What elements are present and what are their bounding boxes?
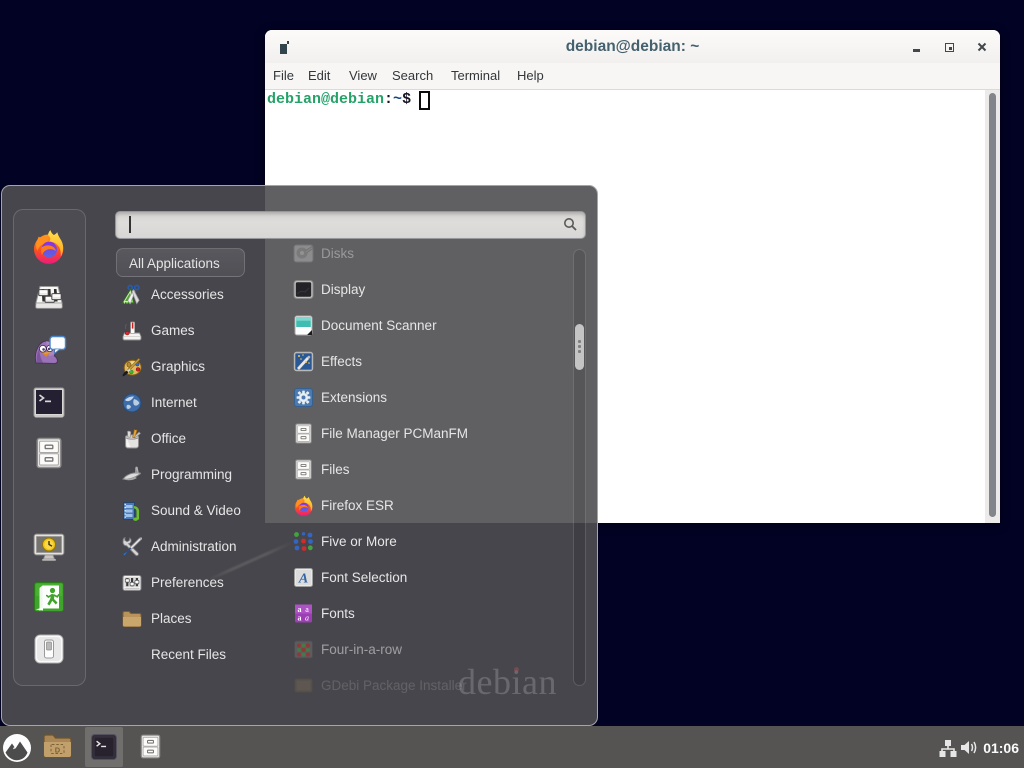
svg-text:D: D — [55, 746, 61, 755]
svg-text:a: a — [298, 614, 302, 623]
svg-text:A: A — [298, 572, 308, 587]
svg-text:a: a — [305, 614, 309, 623]
